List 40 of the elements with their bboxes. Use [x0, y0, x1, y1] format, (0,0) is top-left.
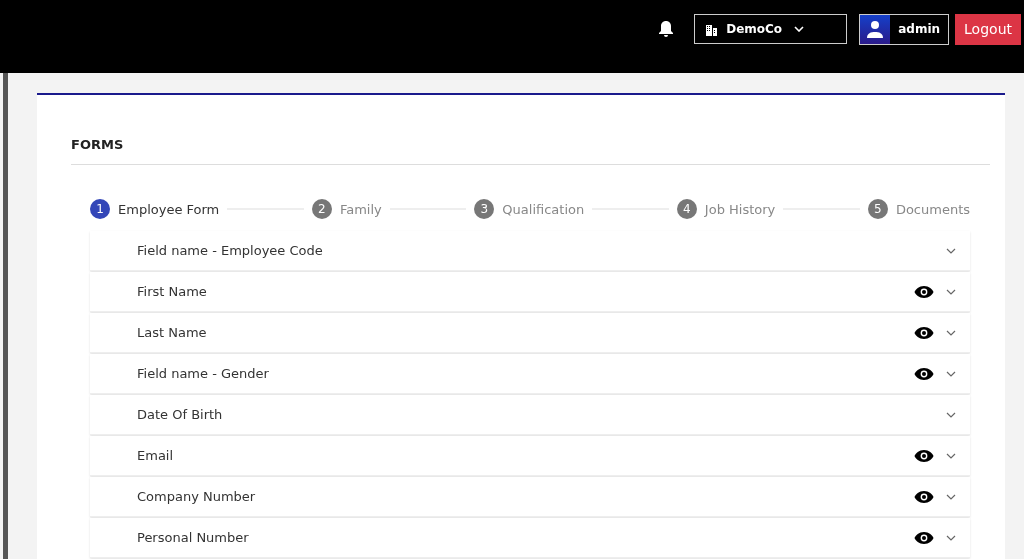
user-menu[interactable]: admin — [859, 13, 950, 45]
eye-icon[interactable] — [914, 325, 934, 340]
logout-button[interactable]: Logout — [955, 13, 1021, 45]
eye-icon[interactable] — [914, 366, 934, 381]
step[interactable]: 2 Family — [311, 199, 382, 219]
step[interactable]: 5 Documents — [867, 199, 971, 219]
eye-icon[interactable] — [914, 530, 934, 545]
chevron-down-icon[interactable] — [946, 452, 956, 459]
eye-icon[interactable] — [914, 489, 934, 504]
company-dropdown[interactable]: DemoCo — [694, 14, 848, 44]
field-label: Last Name — [137, 325, 208, 340]
chevron-down-icon[interactable] — [946, 534, 956, 541]
chevron-down-icon[interactable] — [946, 493, 956, 500]
eye-icon[interactable] — [914, 284, 934, 299]
chevron-down-icon[interactable] — [946, 370, 956, 377]
step-number: 1 — [90, 199, 110, 219]
step[interactable]: 1 Employee Form — [90, 199, 220, 219]
building-icon — [705, 22, 719, 36]
step-number: 2 — [311, 199, 332, 219]
step-number: 4 — [676, 199, 697, 219]
step-number: 5 — [867, 199, 888, 219]
avatar-icon — [860, 14, 891, 44]
field-label: Company Number — [137, 489, 257, 504]
chevron-down-icon — [794, 26, 805, 32]
page-title: FORMS — [71, 95, 990, 165]
chevron-down-icon[interactable] — [946, 247, 956, 254]
field-label: First Name — [137, 284, 208, 299]
field-label: Personal Number — [137, 530, 250, 545]
step-number: 3 — [474, 199, 495, 219]
chevron-down-icon[interactable] — [946, 288, 956, 295]
chevron-down-icon[interactable] — [946, 411, 956, 418]
chevron-down-icon[interactable] — [946, 329, 956, 336]
step[interactable]: 4 Job History — [676, 199, 776, 219]
step[interactable]: 3 Qualification — [474, 199, 585, 219]
field-label: Email — [137, 448, 175, 463]
field-label: Field name - Employee Code — [137, 243, 324, 258]
field-label: Date Of Birth — [137, 407, 224, 422]
eye-icon[interactable] — [914, 448, 934, 463]
bell-icon[interactable] — [658, 20, 675, 38]
field-label: Field name - Gender — [137, 366, 270, 381]
